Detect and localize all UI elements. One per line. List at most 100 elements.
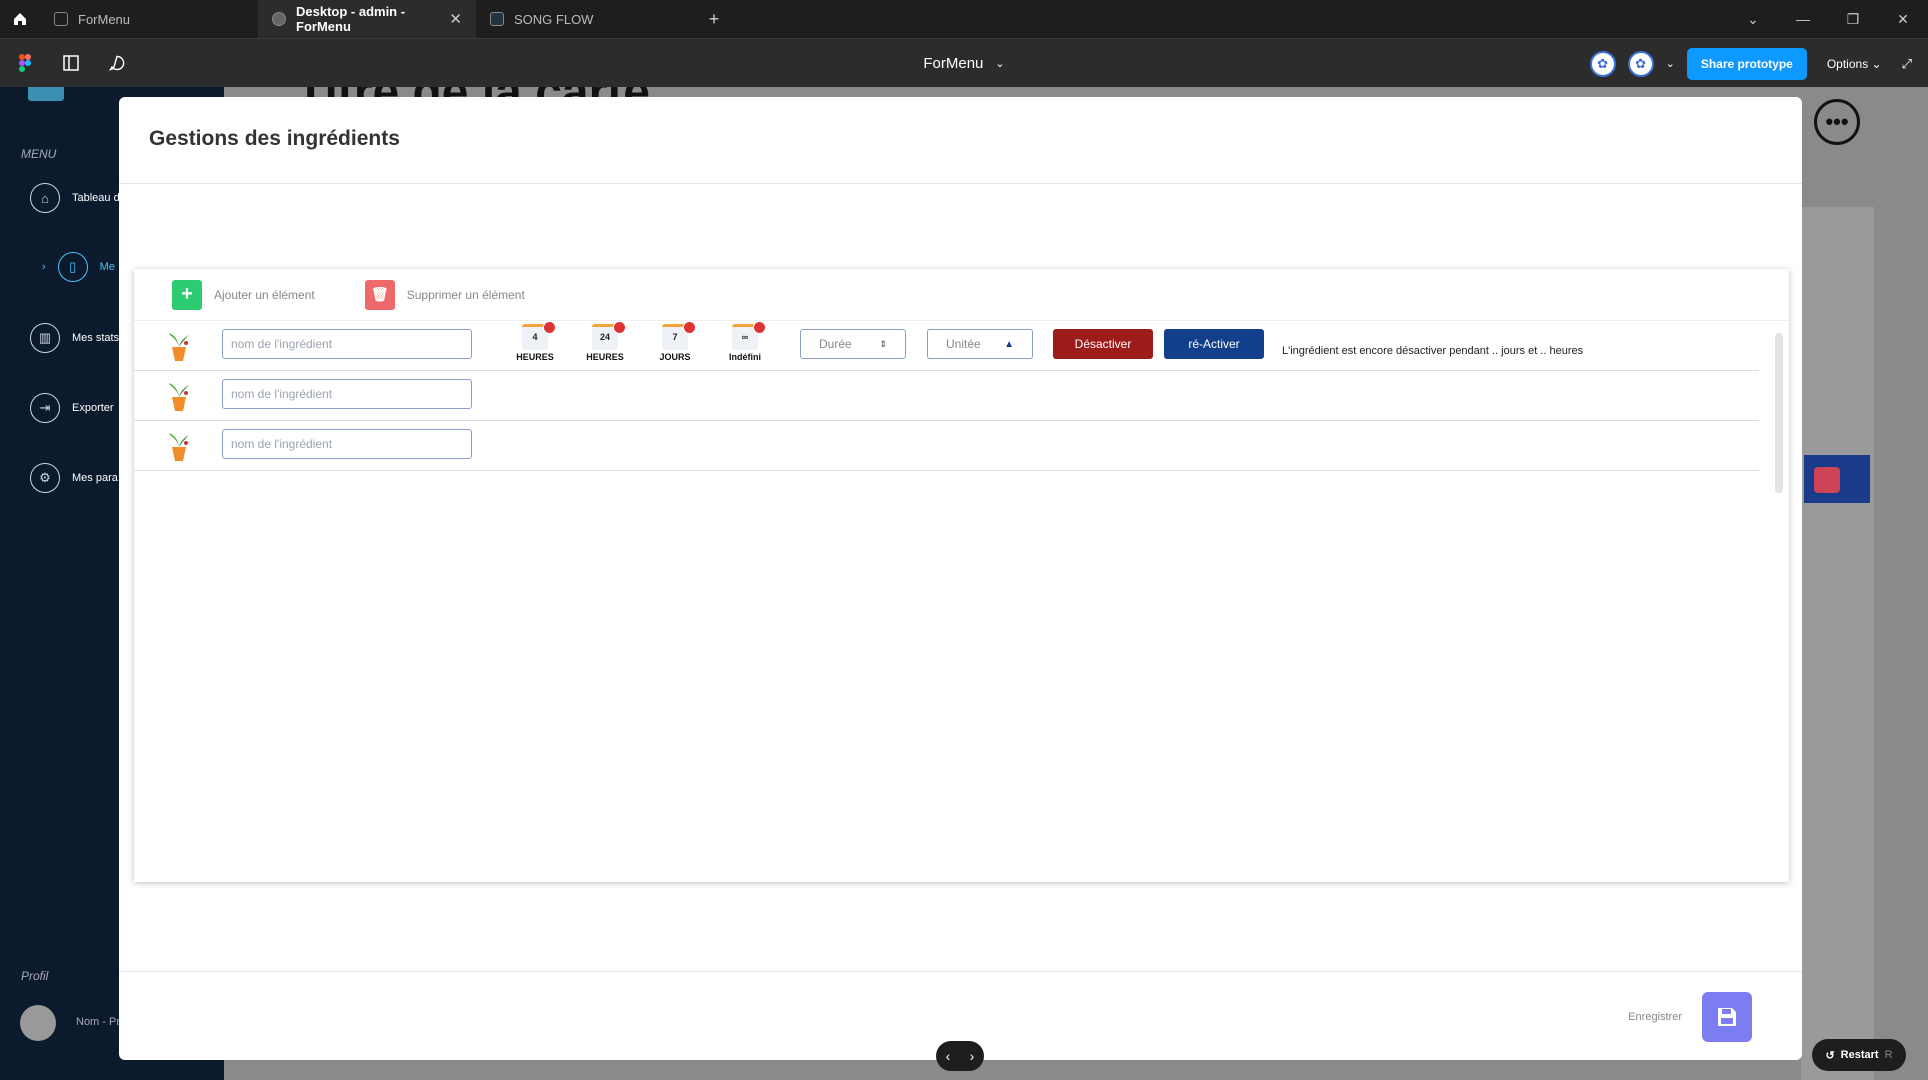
chevron-down-icon[interactable]: ⌄ xyxy=(1666,57,1675,70)
user-avatar[interactable]: ✿ xyxy=(1589,50,1616,77)
calendar-icon: 7 xyxy=(662,321,696,350)
fullscreen-icon[interactable]: ⤢ xyxy=(1902,56,1912,72)
sidebar-item-settings[interactable]: ⚙ Mes para xyxy=(30,463,118,493)
disabled-icon xyxy=(543,321,556,334)
profile-heading: Profil xyxy=(21,969,49,983)
tab-song-flow[interactable]: SONG FLOW xyxy=(476,0,694,38)
chevron-down-icon[interactable]: ⌄ xyxy=(1728,11,1778,28)
figma-logo-icon[interactable] xyxy=(4,39,46,88)
actions-bar: + Ajouter un élément 🗑 Supprimer un élémen… xyxy=(134,269,1789,321)
play-icon xyxy=(272,12,286,26)
restore-icon[interactable]: ❐ xyxy=(1828,11,1878,28)
duration-7d-option[interactable]: 7 JOURS xyxy=(650,321,700,368)
new-tab-icon[interactable]: + xyxy=(694,9,734,30)
sidebar-item-label: Mes stats xyxy=(72,332,120,344)
save-button[interactable] xyxy=(1702,992,1752,1042)
document-title[interactable]: ForMenu xyxy=(923,55,983,72)
sidebar-item-stats[interactable]: ▥ Mes stats xyxy=(30,323,119,353)
sidebar-item-export[interactable]: ⇥ Exporter xyxy=(30,393,114,423)
tab-desktop-admin[interactable]: Desktop - admin - ForMenu ✕ xyxy=(258,0,476,38)
ingredient-name-input[interactable] xyxy=(222,329,472,359)
ingredient-row xyxy=(134,371,1759,421)
close-window-icon[interactable]: ✕ xyxy=(1878,11,1928,28)
options-menu[interactable]: Options ⌄ xyxy=(1819,57,1890,71)
sidebar-item-menu[interactable]: › ▯ Me xyxy=(42,252,115,282)
duration-value: ∞ xyxy=(741,332,749,342)
reactivate-button[interactable]: ré-Activer xyxy=(1164,329,1264,359)
ingredient-name-input[interactable] xyxy=(222,429,472,459)
tab-label: Desktop - admin - ForMenu xyxy=(296,4,406,34)
modal-title: Gestions des ingrédients xyxy=(149,127,400,150)
background-selected-row xyxy=(1804,455,1870,503)
background-panel xyxy=(1800,207,1874,1080)
figma-toolbar: ForMenu ⌄ ✿ ✿ ⌄ Share prototype Options ⌄… xyxy=(0,38,1928,87)
duration-unit: JOURS xyxy=(659,352,691,362)
ingredient-icon xyxy=(169,433,189,461)
profile-name: Nom - Pr xyxy=(76,1016,120,1028)
restart-icon: ↺ xyxy=(1825,1049,1835,1062)
duration-4h-option[interactable]: 4 HEURES xyxy=(510,321,560,368)
add-element-button[interactable]: + Ajouter un élément xyxy=(172,279,315,310)
caret-up-icon: ▲ xyxy=(1004,338,1014,350)
duration-indefinite-option[interactable]: ∞ Indéfini xyxy=(720,321,770,368)
duration-select[interactable]: Durée ⇕ xyxy=(800,329,906,359)
duration-unit: Indéfini xyxy=(729,352,761,362)
home-icon[interactable] xyxy=(0,0,40,38)
tab-label: SONG FLOW xyxy=(514,11,594,27)
chevron-left-icon[interactable]: ‹ xyxy=(946,1048,951,1064)
unit-select[interactable]: Unitée ▲ xyxy=(927,329,1033,359)
disabled-icon xyxy=(753,321,766,334)
unit-select-value: Unitée xyxy=(946,337,981,351)
calendar-icon: ∞ xyxy=(732,321,766,350)
minimize-icon[interactable]: — xyxy=(1778,11,1828,28)
tab-label: ForMenu xyxy=(78,11,131,27)
gear-icon: ⚙ xyxy=(30,463,60,493)
avatar[interactable] xyxy=(20,1005,56,1041)
ingredient-icon xyxy=(169,383,189,411)
close-tab-icon[interactable]: ✕ xyxy=(449,10,462,28)
sidebar-item-dashboard[interactable]: ⌂ Tableau d xyxy=(30,183,120,213)
list-scrollbar[interactable] xyxy=(1775,333,1783,493)
chevron-right-icon[interactable]: › xyxy=(970,1048,975,1064)
restart-label: Restart xyxy=(1840,1049,1879,1061)
chart-icon: ▥ xyxy=(30,323,60,353)
trash-icon xyxy=(1814,467,1840,493)
tab-formenu[interactable]: ForMenu xyxy=(40,0,258,38)
save-label: Enregistrer xyxy=(1628,1011,1682,1023)
ingredients-card: + Ajouter un élément 🗑 Supprimer un élémen… xyxy=(134,269,1789,882)
share-prototype-button[interactable]: Share prototype xyxy=(1686,47,1807,80)
disabled-icon xyxy=(613,321,626,334)
delete-element-label: Supprimer un élément xyxy=(406,287,525,302)
figma-file-icon xyxy=(54,12,68,26)
restart-button[interactable]: ↺ Restart R xyxy=(1812,1039,1906,1071)
duration-select-value: Durée xyxy=(819,337,852,351)
sidebar-toggle-icon[interactable] xyxy=(50,39,92,88)
duration-value: 4 xyxy=(532,332,538,342)
app-logo xyxy=(28,87,64,101)
duration-24h-option[interactable]: 24 HEURES xyxy=(580,321,630,368)
user-avatar[interactable]: ✿ xyxy=(1627,50,1654,77)
prototype-canvas: MENU ⌂ Tableau d › ▯ Me ▥ Mes stats ⇥ Exporte… xyxy=(0,87,1928,1080)
ingredient-row xyxy=(134,421,1759,471)
figjam-file-icon xyxy=(490,12,504,26)
deactivate-button[interactable]: Désactiver xyxy=(1053,329,1153,359)
calendar-icon: 4 xyxy=(522,321,556,350)
sidebar-item-label: Mes para xyxy=(72,472,118,484)
comment-icon[interactable] xyxy=(96,39,138,88)
delete-element-button[interactable]: 🗑 Supprimer un élément xyxy=(364,279,525,310)
restart-shortcut: R xyxy=(1884,1049,1893,1061)
export-icon: ⇥ xyxy=(30,393,60,423)
options-label: Options xyxy=(1826,56,1869,71)
modal-header: Gestions des ingrédients xyxy=(119,97,1802,184)
floppy-disk-icon xyxy=(1718,1008,1736,1026)
chevron-down-icon[interactable]: ⌄ xyxy=(995,57,1004,70)
ingredient-name-input[interactable] xyxy=(222,379,472,409)
home-icon: ⌂ xyxy=(30,183,60,213)
calendar-icon: 24 xyxy=(592,321,626,350)
duration-value: 24 xyxy=(599,332,610,342)
ingredient-row: 4 HEURES 24 HEURES 7 JOURS ∞ Indéfini Durée ⇕… xyxy=(134,321,1759,371)
ingredient-icon xyxy=(169,333,189,361)
menu-card-icon: ▯ xyxy=(57,252,88,282)
more-options-icon[interactable]: ••• xyxy=(1814,99,1860,145)
sidebar-item-label: Exporter xyxy=(72,402,114,414)
